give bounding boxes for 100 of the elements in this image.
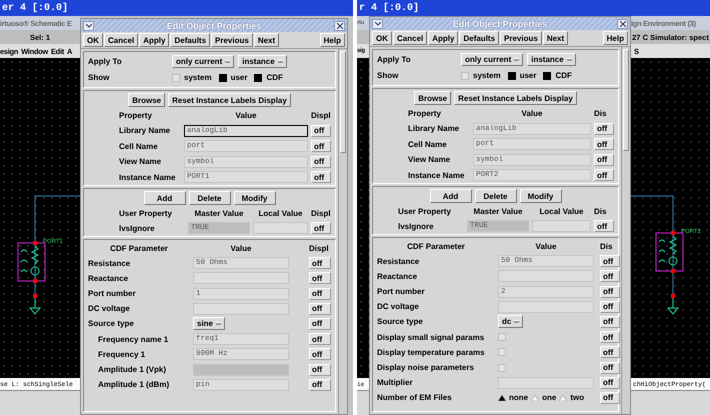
dialog-button[interactable]: Defaults [170, 33, 210, 47]
apply-to-label: Apply To [377, 55, 412, 64]
checkbox[interactable] [218, 74, 227, 82]
property-label: Instance Name [119, 172, 176, 182]
parameter-label: Port number [377, 287, 426, 296]
display-menu[interactable]: off [309, 302, 331, 315]
display-menu[interactable]: off [594, 122, 614, 134]
dialog-button[interactable]: Cancel [104, 33, 138, 47]
display-menu[interactable]: off [311, 222, 331, 234]
display-menu[interactable]: off [309, 257, 331, 270]
close-button[interactable] [334, 20, 345, 30]
dialog-button[interactable]: Defaults [459, 31, 500, 45]
property-button[interactable]: Browse [128, 93, 166, 107]
apply-to-menu[interactable]: instance [527, 53, 576, 66]
display-menu[interactable]: off [309, 288, 331, 300]
display-menu[interactable]: off [600, 392, 620, 404]
display-menu[interactable]: off [311, 156, 331, 168]
local-value-field[interactable] [253, 222, 308, 234]
parameter-label: DC voltage [88, 304, 131, 314]
chevron-icon [374, 22, 380, 26]
source-type-menu[interactable]: dc [498, 315, 524, 328]
property-label: Instance Name [408, 170, 466, 180]
dialog-button[interactable]: Next [254, 33, 280, 47]
user-property-button[interactable]: Modify [234, 191, 276, 205]
checkbox[interactable] [498, 348, 506, 356]
user-property-button[interactable]: Add [144, 191, 186, 205]
apply-to-menu[interactable]: only current [461, 53, 524, 66]
property-label: Cell Name [119, 142, 159, 150]
radio-button[interactable] [531, 394, 540, 401]
display-menu[interactable]: off [600, 316, 620, 328]
column-header: Dis [600, 242, 614, 250]
scroll-thumb[interactable] [623, 49, 629, 151]
radio-label: none [509, 393, 528, 402]
radio-button[interactable] [498, 394, 506, 401]
display-menu[interactable]: off [311, 171, 331, 183]
dialog-button[interactable]: Previous [500, 31, 542, 45]
checkbox[interactable] [461, 72, 469, 80]
checkbox[interactable] [254, 74, 262, 82]
parameter-field[interactable] [193, 302, 289, 315]
display-menu[interactable]: off [594, 154, 614, 166]
close-button[interactable] [617, 18, 628, 28]
window-menu-button[interactable] [83, 20, 94, 30]
column-header: Value [534, 242, 558, 250]
window-menu-button[interactable] [372, 18, 383, 28]
display-menu[interactable]: off [309, 272, 331, 284]
display-menu[interactable]: off [594, 169, 614, 181]
radio-button[interactable] [559, 394, 568, 401]
apply-to-menu[interactable]: only current [172, 55, 234, 68]
display-menu[interactable]: off [600, 346, 620, 358]
display-menu[interactable]: off [309, 333, 331, 346]
user-property-button[interactable]: Delete [188, 191, 230, 205]
apply-to-menu[interactable]: instance [238, 55, 287, 68]
display-menu[interactable]: off [311, 140, 331, 152]
checkbox[interactable] [498, 364, 506, 372]
help-button[interactable]: Help [602, 31, 628, 45]
display-menu[interactable]: off [600, 331, 620, 344]
user-property-button[interactable]: Add [430, 189, 472, 203]
dialog-button[interactable]: OK [83, 33, 103, 47]
display-menu[interactable]: off [594, 220, 614, 232]
display-menu[interactable]: off [600, 300, 620, 313]
parameter-field[interactable] [193, 272, 289, 284]
dialog-button[interactable]: Next [542, 31, 568, 45]
checkbox[interactable] [543, 72, 552, 80]
dialog-button[interactable]: Previous [211, 33, 253, 47]
dialog-button[interactable]: Apply [139, 33, 170, 47]
display-menu[interactable]: off [600, 362, 620, 374]
checkbox[interactable] [508, 72, 516, 80]
local-value-field[interactable] [532, 220, 591, 232]
dialog-button[interactable]: Cancel [393, 31, 428, 45]
display-menu[interactable]: off [594, 138, 614, 150]
display-menu[interactable]: off [309, 378, 331, 391]
scroll-thumb[interactable] [340, 51, 346, 153]
checkbox[interactable] [172, 74, 180, 82]
help-button[interactable]: Help [320, 33, 345, 47]
parameter-field[interactable] [498, 270, 594, 282]
user-property-button[interactable]: Modify [520, 189, 562, 203]
display-menu[interactable]: off [311, 124, 331, 136]
parameter-label: Multiplier [377, 378, 414, 388]
display-menu[interactable]: off [309, 318, 331, 330]
parameter-field[interactable] [498, 376, 594, 389]
column-header: Dis [594, 206, 608, 216]
display-menu[interactable]: off [600, 376, 620, 389]
close-icon [336, 22, 342, 28]
display-menu[interactable]: off [600, 286, 620, 298]
parameter-field[interactable] [498, 300, 594, 313]
display-menu[interactable]: off [600, 270, 620, 282]
parameter-label: Amplitude 1 (dBm) [97, 380, 170, 390]
property-button[interactable]: Browse [414, 91, 452, 105]
checkbox-label: CDF [555, 71, 572, 80]
display-menu[interactable]: off [600, 255, 620, 268]
source-type-menu[interactable]: sine [193, 317, 226, 330]
dialog-button[interactable]: Apply [428, 31, 458, 45]
menu-indicator-icon [514, 58, 520, 61]
dialog-button[interactable]: OK [372, 31, 392, 45]
checkbox[interactable] [498, 333, 506, 342]
parameter-label: Resistance [88, 258, 132, 268]
user-property-button[interactable]: Delete [474, 189, 516, 203]
property-button[interactable]: Reset Instance Labels Display [168, 93, 291, 107]
property-button[interactable]: Reset Instance Labels Display [454, 91, 577, 105]
display-menu[interactable]: off [309, 348, 331, 360]
